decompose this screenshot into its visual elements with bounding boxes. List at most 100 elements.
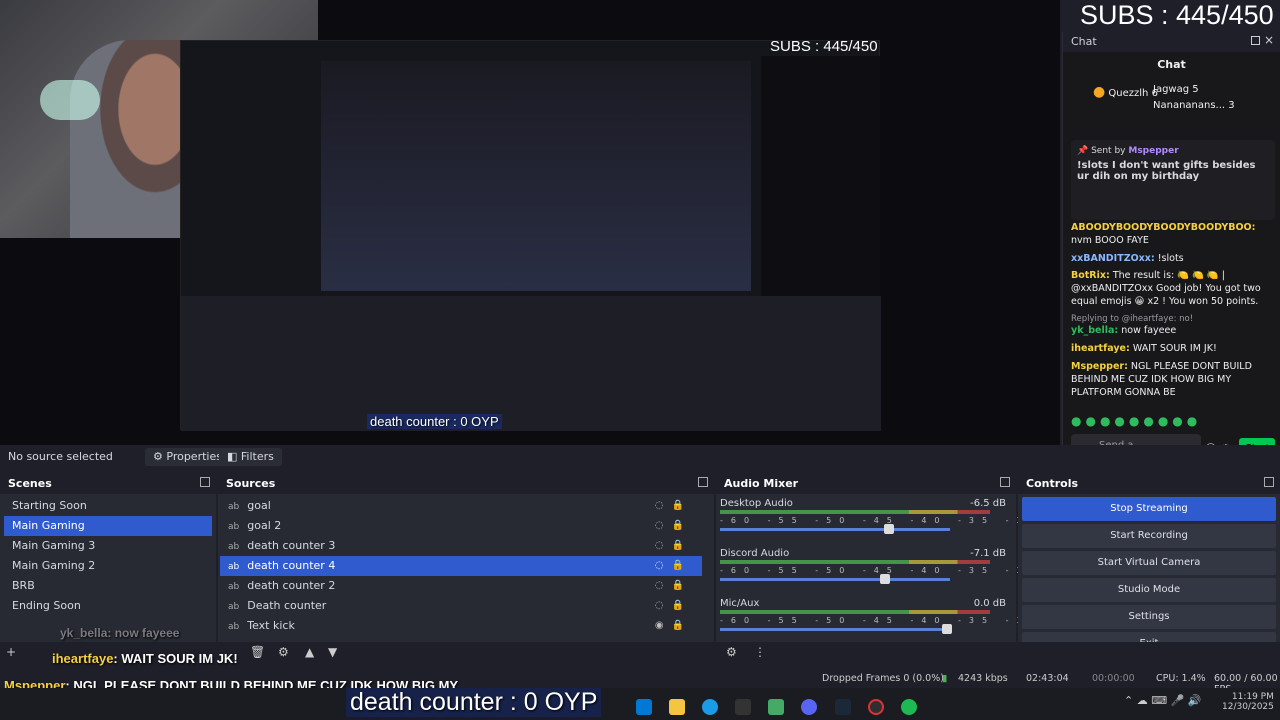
- mixer-channel-desktop: Desktop Audio -6.5 dB -60 -55 -50 -45 -40…: [716, 494, 1280, 544]
- scene-item[interactable]: Main Gaming 3: [4, 536, 212, 556]
- source-item[interactable]: ab goal ◌🔒: [220, 496, 702, 516]
- controls-title: Controls: [1018, 474, 1280, 494]
- source-toolbar: No source selected ⚙ Properties ◧ Filter…: [0, 445, 1280, 469]
- pinned-message: 📌 Sent by Mspepper !slots I don't want g…: [1071, 140, 1275, 220]
- mixer-title: Audio Mixer: [716, 474, 1016, 494]
- move-down-icon[interactable]: ▼: [328, 645, 337, 659]
- live-time: 02:43:04: [1026, 673, 1069, 684]
- volume-meter: [720, 610, 990, 614]
- gifter-3: Nanananans... 3: [1153, 100, 1235, 111]
- controls-dock: Controls Stop Streaming Start Recording …: [1018, 474, 1280, 664]
- chat-dock: Chat × Chat ● Quezzlh 6 Jagwag 5 Nananan…: [1062, 32, 1280, 467]
- sources-title: Sources: [218, 474, 714, 494]
- scenes-title: Scenes: [0, 474, 216, 494]
- mixer-channel-mic: Mic/Aux 0.0 dB -60 -55 -50 -45 -40 -35 -3…: [716, 594, 1280, 644]
- chat-message: ABOODYBOODYBOODYBOODYBOO: nvm BOOO FAYE: [1071, 222, 1256, 246]
- bitrate: 4243 kbps: [958, 673, 1008, 684]
- filters-button[interactable]: ◧ Filters: [219, 448, 282, 466]
- source-item[interactable]: ab death counter 2 ◌🔒: [220, 576, 702, 596]
- audio-mixer-dock: Audio Mixer Desktop Audio -6.5 dB -60 -55…: [716, 474, 1280, 664]
- crown-icon: ●: [1093, 84, 1106, 100]
- overlay-chat-2: iheartfaye: WAIT SOUR IM JK!: [52, 651, 238, 666]
- chat-header: Chat: [1157, 58, 1186, 71]
- start-recording-button[interactable]: Start Recording: [1022, 524, 1276, 548]
- overlay-chat-1: yk_bella: now fayeee: [60, 626, 180, 640]
- undock-icon[interactable]: [1264, 477, 1274, 487]
- nested-obs-panels: [181, 296, 881, 431]
- discord-icon[interactable]: [801, 698, 818, 715]
- volume-meter: [720, 510, 990, 514]
- steam-icon[interactable]: [834, 698, 851, 715]
- mixer-channel-discord: Discord Audio -7.1 dB -60 -55 -50 -45 -40…: [716, 544, 1280, 594]
- scene-item[interactable]: Ending Soon: [4, 596, 212, 616]
- volume-knob[interactable]: [880, 574, 890, 584]
- chat-message: BotRix: The result is: 🍋 🍋 🍋 | @xxBANDIT…: [1071, 270, 1261, 308]
- source-item[interactable]: ab death counter 3 ◌🔒: [220, 536, 702, 556]
- volume-slider[interactable]: [720, 578, 950, 581]
- float-icon[interactable]: [1251, 36, 1260, 45]
- gifter-2: Jagwag 5: [1153, 84, 1199, 95]
- volume-knob[interactable]: [884, 524, 894, 534]
- edge-icon[interactable]: [702, 698, 719, 715]
- chat-window-title: Chat: [1071, 35, 1097, 48]
- source-item[interactable]: ab goal 2 ◌🔒: [220, 516, 702, 536]
- scene-item[interactable]: Main Gaming 2: [4, 556, 212, 576]
- nested-screen: [321, 61, 751, 291]
- no-source-label: No source selected: [8, 450, 113, 463]
- gear-icon: ⚙: [153, 450, 163, 463]
- source-item[interactable]: ab death counter 4 ◌🔒: [220, 556, 702, 576]
- source-item[interactable]: ab Death counter ◌🔒: [220, 596, 702, 616]
- dropped-frames: Dropped Frames 0 (0.0%): [822, 673, 944, 684]
- undock-icon[interactable]: [1000, 477, 1010, 487]
- add-icon[interactable]: +: [6, 645, 16, 659]
- stop-streaming-button[interactable]: Stop Streaming: [1022, 497, 1276, 521]
- spotify-icon[interactable]: [900, 698, 917, 715]
- mixer-settings-icon[interactable]: ⚙: [726, 645, 737, 659]
- taskbar: death counter : 0 OYP ⌃ ☁ ⌨ 🎤 🔊 11:19 PM…: [0, 688, 1280, 720]
- emote-bar[interactable]: ●●●●●●●●●: [1071, 414, 1201, 428]
- system-tray[interactable]: ⌃ ☁ ⌨ 🎤 🔊: [1124, 694, 1201, 707]
- taskbar-apps: [630, 696, 923, 715]
- status-bar: Dropped Frames 0 (0.0%) ▮ 4243 kbps 02:4…: [716, 668, 1280, 695]
- scene-item[interactable]: Starting Soon: [4, 496, 212, 516]
- chat-message: xxBANDITZOxx: !slots: [1071, 252, 1184, 264]
- folder-icon[interactable]: [669, 698, 686, 715]
- gifter-1: ● Quezzlh 6: [1093, 84, 1158, 100]
- filter-icon: ◧: [227, 450, 238, 463]
- chat-message: yk_bella: now fayeee: [1071, 325, 1177, 337]
- settings-button[interactable]: Settings: [1022, 605, 1276, 629]
- rec-time: 00:00:00: [1092, 673, 1135, 684]
- chat-titlebar: Chat ×: [1063, 32, 1280, 52]
- close-icon[interactable]: ×: [1264, 33, 1274, 47]
- more-icon[interactable]: ⋮: [754, 645, 766, 659]
- source-item[interactable]: ab Text kick ◉🔒: [220, 616, 702, 636]
- volume-knob[interactable]: [942, 624, 952, 634]
- windows-icon[interactable]: [636, 698, 652, 715]
- studio-mode-button[interactable]: Studio Mode: [1022, 578, 1276, 602]
- store-icon[interactable]: [735, 698, 752, 715]
- obs-icon[interactable]: [867, 698, 884, 715]
- subs-counter: SUBS : 445/450: [1080, 0, 1274, 30]
- chat-reply-note: Replying to @iheartfaye: no!: [1071, 313, 1194, 324]
- scene-item[interactable]: Main Gaming: [4, 516, 212, 536]
- undock-icon[interactable]: [200, 477, 210, 487]
- gear-icon[interactable]: ⚙: [278, 645, 289, 659]
- volume-slider[interactable]: [720, 528, 950, 531]
- scenes-list: Starting Soon Main Gaming Main Gaming 3 …: [0, 494, 216, 618]
- volume-slider[interactable]: [720, 628, 950, 631]
- pinned-user: Mspepper: [1128, 146, 1179, 156]
- undock-icon[interactable]: [698, 477, 708, 487]
- death-counter-preview: death counter : 0 OYP: [367, 414, 502, 429]
- scene-item[interactable]: BRB: [4, 576, 212, 596]
- start-virtual-camera-button[interactable]: Start Virtual Camera: [1022, 551, 1276, 575]
- chat-messages: ABOODYBOODYBOODYBOODYBOO: nvm BOOO FAYE …: [1071, 222, 1277, 404]
- app-icon[interactable]: [768, 698, 785, 715]
- trash-icon[interactable]: 🗑: [250, 645, 265, 659]
- move-up-icon[interactable]: ▲: [305, 645, 314, 659]
- chat-message: Mspepper: NGL PLEASE DONT BUILD BEHIND M…: [1071, 360, 1252, 398]
- pinned-text: !slots I don't want gifts besides ur dih…: [1077, 160, 1256, 182]
- nested-chat: [761, 56, 881, 296]
- properties-button[interactable]: ⚙ Properties: [145, 448, 230, 466]
- clock[interactable]: 11:19 PM 12/30/2025: [1222, 692, 1274, 712]
- microphone-image: [40, 80, 100, 120]
